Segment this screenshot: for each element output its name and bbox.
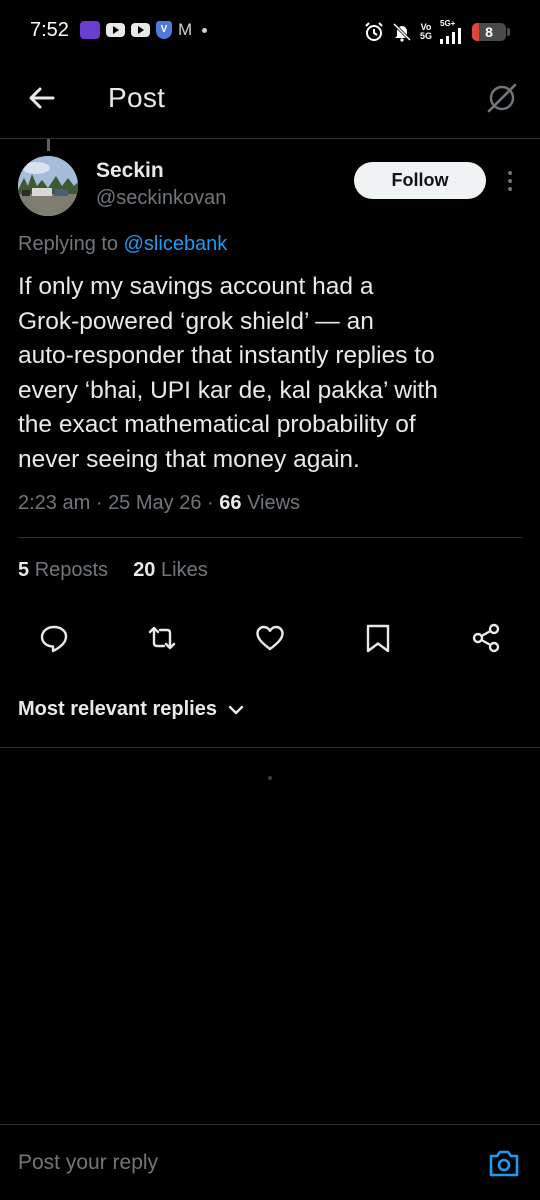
- more-options-icon[interactable]: [500, 168, 520, 194]
- meta-separator: ·: [207, 492, 214, 514]
- youtube-icon: [106, 23, 125, 37]
- gmail-icon: M: [178, 20, 193, 39]
- post-time: 2:23 am: [18, 492, 91, 514]
- reposts-count: 5: [18, 559, 30, 581]
- alarm-icon: [365, 21, 383, 41]
- reposts-stat[interactable]: 5 Reposts: [18, 559, 114, 581]
- action-bar: [0, 618, 540, 662]
- divider: [18, 537, 522, 538]
- arrow-left-icon[interactable]: [26, 82, 58, 114]
- reply-composer: [0, 1124, 540, 1200]
- divider: [0, 747, 540, 748]
- bookmark-icon[interactable]: [362, 622, 394, 654]
- loading-indicator: [268, 776, 272, 780]
- notification-icons: V M: [80, 20, 208, 39]
- replies-sort-label: Most relevant replies: [18, 698, 217, 720]
- more-notifications-dot: [202, 27, 208, 33]
- reposts-label: Reposts: [34, 559, 109, 581]
- author-handle[interactable]: @seckinkovan: [96, 187, 226, 210]
- page-title: Post: [108, 82, 166, 113]
- signal-icon: [440, 28, 461, 44]
- author-display-name[interactable]: Seckin: [96, 159, 164, 183]
- signal-indicator: 5G+: [440, 19, 464, 44]
- avatar[interactable]: [18, 156, 78, 216]
- post-text: If only my savings account had a Grok-po…: [18, 273, 438, 473]
- volte-indicator: Vo 5G: [419, 21, 432, 41]
- post-date: 25 May 26: [108, 492, 202, 514]
- battery-indicator: 8: [472, 22, 510, 41]
- likes-label: Likes: [161, 559, 208, 581]
- youtube-icon: [131, 23, 150, 37]
- post-meta: 2:23 am · 25 May 26 · 66 Views: [18, 492, 300, 515]
- chevron-down-icon: [228, 705, 244, 714]
- follow-button[interactable]: Follow: [354, 162, 486, 199]
- top-app-bar: Post: [0, 62, 540, 139]
- meta-separator: ·: [95, 492, 103, 514]
- mute-bell-icon: [392, 22, 412, 42]
- replies-sort-dropdown[interactable]: Most relevant replies: [18, 698, 245, 721]
- likes-stat[interactable]: 20 Likes: [133, 559, 208, 581]
- likes-count: 20: [133, 559, 156, 581]
- zomato-icon: [80, 21, 100, 39]
- post-stats: 5 Reposts 20 Likes: [18, 559, 208, 582]
- shield-icon: V: [156, 21, 172, 39]
- replying-to-prefix: Replying to: [18, 233, 119, 255]
- views-count: 66: [219, 492, 242, 514]
- status-bar: 7:52 V M Vo 5G 5G+ 8: [0, 0, 540, 62]
- repost-icon[interactable]: [146, 622, 178, 654]
- like-icon[interactable]: [254, 622, 286, 654]
- share-icon[interactable]: [470, 622, 502, 654]
- replying-to-line: Replying to @slicebank: [18, 233, 227, 256]
- avatar-photo: [18, 156, 78, 216]
- views-label: Views: [247, 492, 301, 514]
- camera-icon[interactable]: [488, 1148, 520, 1178]
- thread-connector: [47, 139, 50, 151]
- grok-icon[interactable]: [484, 80, 520, 116]
- replying-to-mention[interactable]: @slicebank: [124, 233, 228, 255]
- status-time: 7:52: [30, 19, 69, 41]
- reply-input[interactable]: [18, 1151, 458, 1175]
- reply-icon[interactable]: [38, 622, 70, 654]
- system-icons: Vo 5G 5G+ 8: [364, 19, 510, 44]
